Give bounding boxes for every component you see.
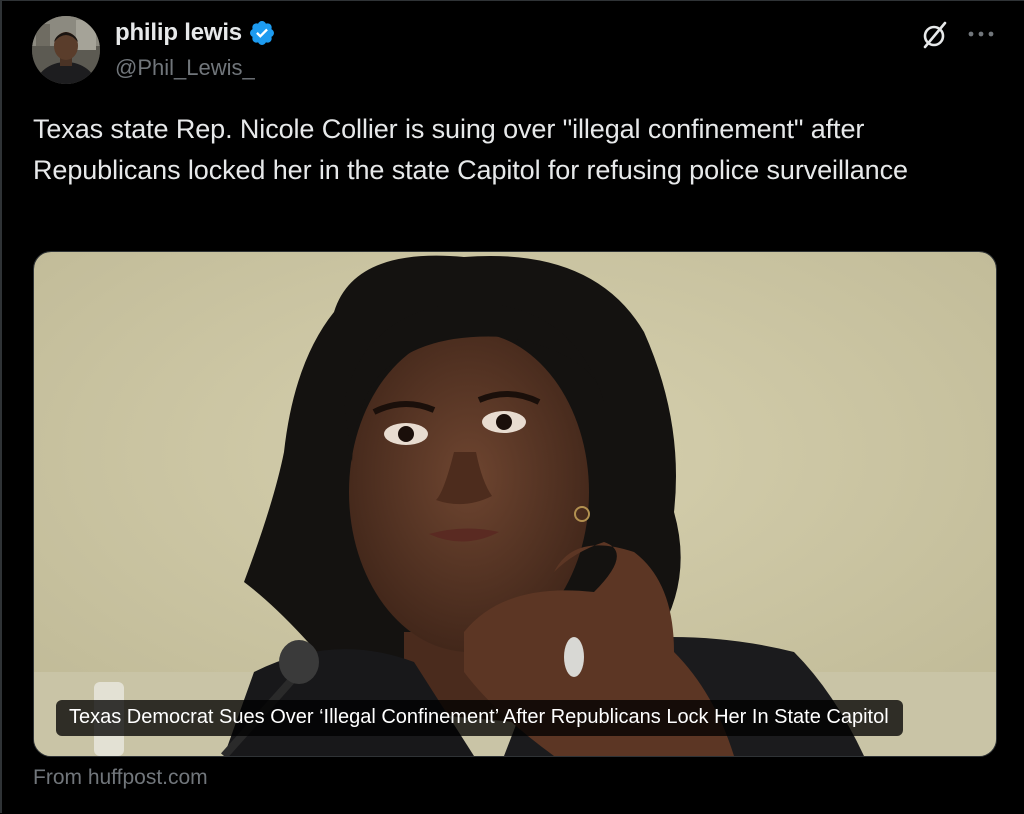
author-avatar[interactable] — [32, 16, 100, 84]
card-source-link[interactable]: From huffpost.com — [33, 766, 208, 790]
author-display-name[interactable]: philip lewis — [115, 19, 242, 47]
author-name-row[interactable]: philip lewis — [115, 19, 276, 47]
tweet-text: Texas state Rep. Nicole Collier is suing… — [33, 114, 908, 185]
card-image — [34, 252, 996, 756]
author-handle[interactable]: @Phil_Lewis_ — [115, 55, 255, 81]
more-dots-icon[interactable] — [966, 24, 996, 44]
avatar-photo — [32, 16, 100, 84]
link-card[interactable]: Texas Democrat Sues Over ‘Illegal Confin… — [33, 251, 997, 757]
grok-icon[interactable] — [920, 20, 950, 50]
verified-badge-icon — [249, 21, 274, 45]
card-headline[interactable]: Texas Democrat Sues Over ‘Illegal Confin… — [56, 700, 903, 736]
